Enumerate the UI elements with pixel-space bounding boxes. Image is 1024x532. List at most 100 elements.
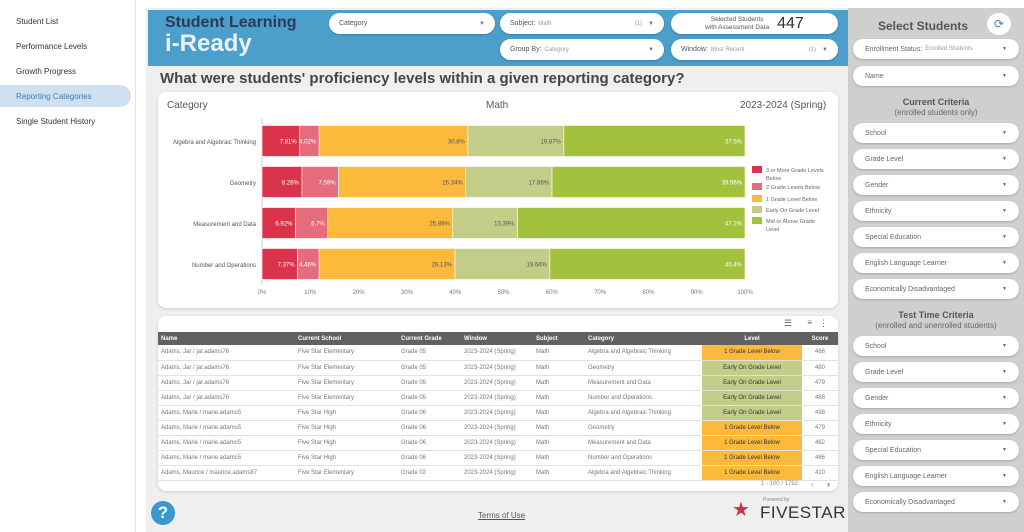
filter-dropdown[interactable]: Ethnicity ▼ xyxy=(853,414,1019,434)
legend-label: 2 Grade Levels Below xyxy=(766,185,820,191)
table-cell: Geometry xyxy=(585,420,702,436)
data-label: 17.86% xyxy=(529,181,550,187)
sidebar-item[interactable]: Growth Progress xyxy=(0,60,131,82)
filter-dropdown[interactable]: School ▼ xyxy=(853,336,1019,356)
table-row[interactable]: Adams, Marie / marie.adams5 Five Star Hig… xyxy=(158,405,838,421)
table-row[interactable]: Adams, Marie / marie.adams5 Five Star Hig… xyxy=(158,420,838,436)
filter-dropdown[interactable]: Grade Level ▼ xyxy=(853,362,1019,382)
x-tick-label: 60% xyxy=(546,290,559,296)
filter-dropdown[interactable]: Grade Level ▼ xyxy=(853,149,1019,169)
page-question: What were students' proficiency levels w… xyxy=(160,70,685,87)
chevron-down-icon: ▼ xyxy=(1002,473,1007,479)
table-cell: Math xyxy=(533,465,585,481)
table-cell: 2023-2024 (Spring) xyxy=(461,420,533,436)
x-tick-label: 30% xyxy=(401,290,414,296)
chevron-down-icon: ▼ xyxy=(1002,260,1007,266)
table-cell: Grade 06 xyxy=(398,420,461,436)
chevron-down-icon: ▼ xyxy=(1002,421,1007,427)
more-options-icon[interactable]: ⋮ xyxy=(819,318,828,329)
logo-product: i-Ready xyxy=(165,30,252,57)
table-cell: Adams, Marie / marie.adams5 xyxy=(158,450,295,466)
bar-segment xyxy=(318,125,469,157)
table-cell: 2023-2024 (Spring) xyxy=(461,375,533,391)
filter-label: Enrollment Status: xyxy=(865,45,923,53)
filter-dropdown[interactable]: Special Education ▼ xyxy=(853,440,1019,460)
filter-dropdown[interactable]: Special Education ▼ xyxy=(853,227,1019,247)
table-cell: Algebra and Algebraic Thinking xyxy=(585,345,702,361)
table-row[interactable]: Adams, Marie / marie.adams5 Five Star Hig… xyxy=(158,435,838,451)
table-row[interactable]: Adams, Jar / jar.adams76 Five Star Elemen… xyxy=(158,345,838,361)
filter-label: Subject: xyxy=(510,20,536,27)
column-header[interactable]: Current School xyxy=(295,332,398,345)
filter-dropdown[interactable]: Economically Disadvantaged ▼ xyxy=(853,492,1019,512)
group-by-filter[interactable]: Group By: Category ▼ xyxy=(500,39,664,60)
bar-segment xyxy=(517,207,746,239)
table-cell: 479 xyxy=(802,375,838,391)
table-row[interactable]: Adams, Jar / jar.adams76 Five Star Elemen… xyxy=(158,375,838,391)
column-header[interactable]: Level xyxy=(702,332,802,345)
filter-label: Ethnicity xyxy=(865,420,892,428)
next-page-icon[interactable]: › xyxy=(827,479,830,489)
table-cell: Early On Grade Level xyxy=(702,405,802,421)
table-cell: Math xyxy=(533,390,585,406)
filter-dropdown[interactable]: English Language Learner ▼ xyxy=(853,466,1019,486)
data-label: 28.13% xyxy=(432,263,453,269)
table-cell: Adams, Jar / jar.adams76 xyxy=(158,375,295,391)
data-label: 37.5% xyxy=(725,140,743,146)
column-header[interactable]: Name xyxy=(158,332,295,345)
table-cell: Five Star Elementary xyxy=(295,360,398,376)
terms-of-use-link[interactable]: Terms of Use xyxy=(478,511,525,520)
current-criteria-heading: Current Criteria xyxy=(902,97,970,107)
filter-dropdown[interactable]: English Language Learner ▼ xyxy=(853,253,1019,273)
table-row[interactable]: Adams, Marie / marie.adams5 Five Star Hig… xyxy=(158,450,838,466)
subject-filter[interactable]: Subject: Math (1) ▼ xyxy=(500,13,664,34)
legend-swatch xyxy=(752,183,762,190)
filter-dropdown[interactable]: Ethnicity ▼ xyxy=(853,201,1019,221)
data-label: 19.64% xyxy=(527,263,548,269)
filter-dropdown[interactable]: School ▼ xyxy=(853,123,1019,143)
sidebar-item[interactable]: Student List xyxy=(0,10,131,32)
chevron-down-icon: ▼ xyxy=(1002,156,1007,162)
column-header[interactable]: Subject xyxy=(533,332,585,345)
selected-students-value: 447 xyxy=(777,14,804,32)
sidebar-item[interactable]: Performance Levels xyxy=(0,35,131,57)
filter-dropdown[interactable]: Economically Disadvantaged ▼ xyxy=(853,279,1019,299)
filter-icon[interactable]: ≡ xyxy=(807,318,812,327)
filter-dropdown[interactable]: Gender ▼ xyxy=(853,175,1019,195)
filter-value: Category xyxy=(544,46,569,53)
column-header[interactable]: Category xyxy=(585,332,702,345)
data-label: 26.34% xyxy=(442,181,463,187)
table-cell: 498 xyxy=(802,405,838,421)
table-cell: 1 Grade Level Below xyxy=(702,345,802,361)
chevron-down-icon: ▼ xyxy=(1002,447,1007,453)
help-icon[interactable]: ? xyxy=(151,501,175,525)
table-row[interactable]: Adams, Jar / jar.adams76 Five Star Elemen… xyxy=(158,390,838,406)
x-tick-label: 50% xyxy=(497,290,510,296)
filter-dropdown[interactable]: Gender ▼ xyxy=(853,388,1019,408)
sliders-icon[interactable]: ☰ xyxy=(784,318,792,329)
filter-label: School xyxy=(865,342,887,350)
filter-label: Grade Level xyxy=(865,368,904,376)
category-label: Measurement and Data xyxy=(193,222,256,228)
refresh-icon[interactable]: ⟳ xyxy=(987,13,1011,35)
name-filter[interactable]: Name ▼ xyxy=(853,66,1019,86)
column-header[interactable]: Current Grade xyxy=(398,332,461,345)
column-header[interactable]: Score xyxy=(802,332,838,345)
legend-swatch xyxy=(752,206,762,213)
prev-page-icon[interactable]: ‹ xyxy=(811,479,814,489)
table-row[interactable]: Adams, Maurice / maurice.adams87 Five Sta… xyxy=(158,465,838,481)
filter-label: English Language Learner xyxy=(865,472,948,480)
column-header[interactable]: Window xyxy=(461,332,533,345)
table-card: ☰ ≡ ⋮ Name Current School Current Grade Win… xyxy=(158,316,838,491)
filter-count: (1) xyxy=(808,46,817,53)
table-cell: Measurement and Data xyxy=(585,435,702,451)
enrollment-status-filter[interactable]: Enrollment Status: Enrolled Students ▼ xyxy=(853,39,1019,59)
table-row[interactable]: Adams, Jar / jar.adams76 Five Star Elemen… xyxy=(158,360,838,376)
window-filter[interactable]: Window: Most Recent (1) ▼ xyxy=(671,39,838,60)
category-filter[interactable]: Category ▼ xyxy=(329,13,495,34)
sidebar-item[interactable]: Reporting Categories xyxy=(0,85,131,107)
sidebar-item[interactable]: Single Student History xyxy=(0,110,131,132)
selected-students-count: Selected Students with Assessment Data 447 xyxy=(671,13,838,34)
table-cell: Adams, Maurice / maurice.adams87 xyxy=(158,465,295,481)
filter-label: Economically Disadvantaged xyxy=(865,498,955,506)
